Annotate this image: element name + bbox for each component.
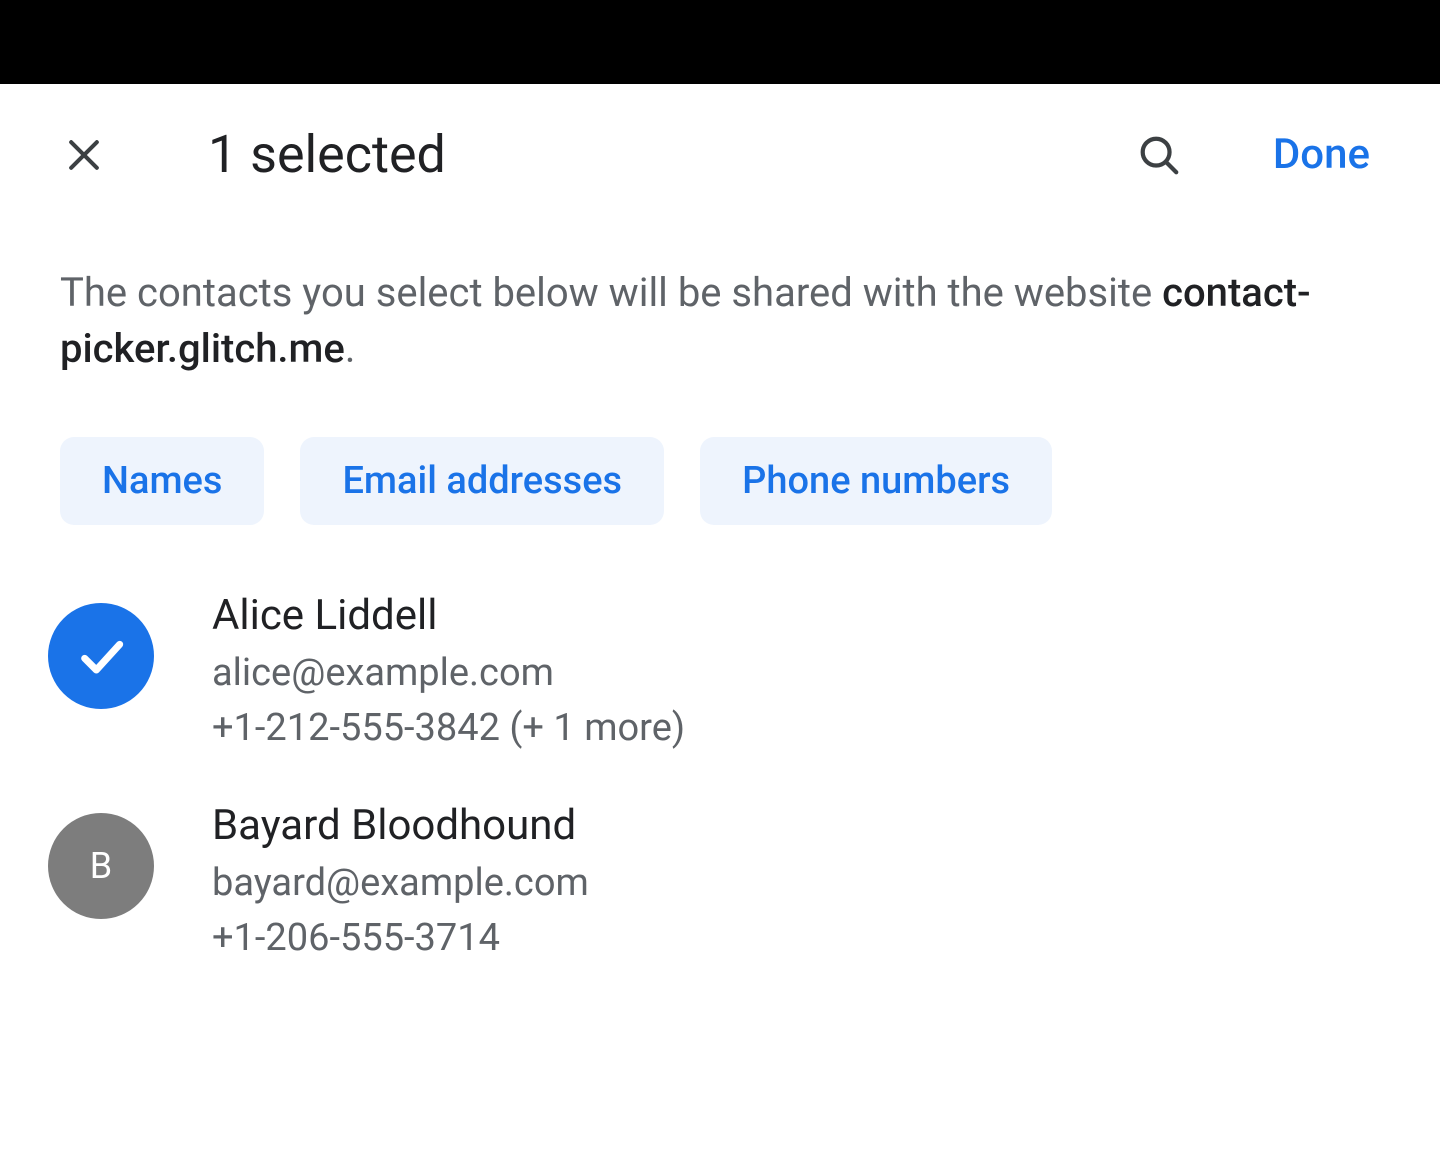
chip-emails[interactable]: Email addresses xyxy=(300,437,664,525)
chip-names[interactable]: Names xyxy=(60,437,264,525)
contact-name: Bayard Bloodhound xyxy=(212,801,589,850)
description-suffix: . xyxy=(345,325,356,372)
contact-row[interactable]: B Bayard Bloodhound bayard@example.com +… xyxy=(48,785,1380,995)
search-icon xyxy=(1136,132,1182,178)
contact-picker-sheet: 1 selected Done The contacts you select … xyxy=(0,84,1440,994)
avatar[interactable]: B xyxy=(48,813,154,919)
header: 1 selected Done xyxy=(0,84,1440,205)
avatar-letter: B xyxy=(90,845,112,887)
status-bar xyxy=(0,0,1440,84)
contact-phone: +1-212-555-3842 (+ 1 more) xyxy=(212,703,685,754)
share-description: The contacts you select below will be sh… xyxy=(0,205,1440,417)
contact-name: Alice Liddell xyxy=(212,591,685,640)
page-title: 1 selected xyxy=(208,124,1095,185)
close-icon xyxy=(62,133,106,177)
description-prefix: The contacts you select below will be sh… xyxy=(60,269,1162,316)
contact-phone: +1-206-555-3714 xyxy=(212,913,589,964)
property-chips: Names Email addresses Phone numbers xyxy=(0,417,1440,565)
done-button[interactable]: Done xyxy=(1263,130,1380,179)
contact-info: Alice Liddell alice@example.com +1-212-5… xyxy=(212,591,685,755)
contact-info: Bayard Bloodhound bayard@example.com +1-… xyxy=(212,801,589,965)
avatar-selected[interactable] xyxy=(48,603,154,709)
contact-row[interactable]: Alice Liddell alice@example.com +1-212-5… xyxy=(48,575,1380,785)
search-button[interactable] xyxy=(1135,131,1183,179)
close-button[interactable] xyxy=(60,131,108,179)
contact-email: bayard@example.com xyxy=(212,858,589,909)
contact-email: alice@example.com xyxy=(212,648,685,699)
contact-list: Alice Liddell alice@example.com +1-212-5… xyxy=(0,565,1440,994)
chip-phones[interactable]: Phone numbers xyxy=(700,437,1052,525)
check-icon xyxy=(73,628,129,684)
